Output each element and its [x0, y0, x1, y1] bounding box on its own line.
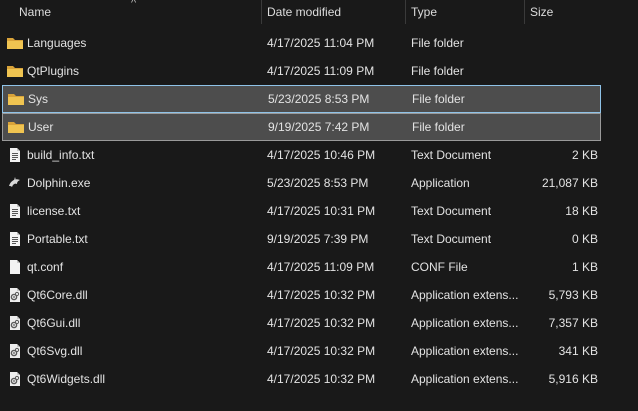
file-type: File folder — [412, 120, 465, 134]
text-file-icon — [6, 197, 24, 225]
file-size — [526, 57, 598, 85]
file-size: 341 KB — [558, 344, 598, 358]
file-row[interactable]: Qt6Gui.dll 4/17/2025 10:32 PM Application … — [0, 309, 638, 337]
file-name: Portable.txt — [27, 232, 88, 246]
text-file-icon — [6, 141, 24, 169]
empty-pane-area — [604, 0, 638, 411]
file-date-modified: 4/17/2025 10:46 PM — [267, 148, 376, 162]
file-name: Languages — [27, 36, 87, 50]
file-row[interactable]: Languages 4/17/2025 11:04 PM File folder — [0, 29, 638, 57]
file-type: Application extens... — [411, 344, 519, 358]
file-size: 5,793 KB — [548, 288, 598, 302]
file-row[interactable]: QtPlugins 4/17/2025 11:09 PM File folder — [0, 57, 638, 85]
file-size: 21,087 KB — [541, 176, 598, 190]
file-date-modified: 9/19/2025 7:39 PM — [267, 232, 369, 246]
file-date-modified: 4/17/2025 10:32 PM — [267, 372, 376, 386]
file-row[interactable]: build_info.txt 4/17/2025 10:46 PM Text Doc… — [0, 141, 638, 169]
blank-file-icon — [6, 253, 24, 281]
file-size — [526, 29, 598, 57]
column-header-bar: Name ^ Date modified Type Size — [0, 0, 638, 24]
file-date-modified: 4/17/2025 10:32 PM — [267, 316, 376, 330]
file-name: QtPlugins — [27, 64, 80, 78]
file-row[interactable]: Qt6Core.dll 4/17/2025 10:32 PM Application… — [0, 281, 638, 309]
file-size: 5,916 KB — [548, 372, 598, 386]
file-name: Sys — [28, 92, 49, 106]
file-size: 2 KB — [571, 148, 598, 162]
file-name: build_info.txt — [27, 148, 95, 162]
dll-file-icon — [6, 281, 24, 309]
file-type: Application extens... — [411, 288, 519, 302]
file-size — [527, 85, 599, 113]
file-type: Text Document — [411, 232, 492, 246]
file-type: File folder — [411, 36, 464, 50]
file-name: Dolphin.exe — [27, 176, 91, 190]
folder-icon — [6, 29, 24, 57]
file-date-modified: 5/23/2025 8:53 PM — [267, 176, 369, 190]
file-row[interactable]: Qt6Widgets.dll 4/17/2025 10:32 PM Applicat… — [0, 365, 638, 393]
file-date-modified: 9/19/2025 7:42 PM — [268, 120, 370, 134]
file-name: qt.conf — [27, 260, 64, 274]
file-row[interactable]: Sys 5/23/2025 8:53 PM File folder — [2, 85, 601, 113]
folder-icon — [6, 57, 24, 85]
file-row[interactable]: qt.conf 4/17/2025 11:09 PM CONF File 1 KB — [0, 253, 638, 281]
file-name: Qt6Svg.dll — [27, 344, 83, 358]
file-row[interactable]: Portable.txt 9/19/2025 7:39 PM Text Docume… — [0, 225, 638, 253]
file-size — [527, 113, 599, 141]
dll-file-icon — [6, 337, 24, 365]
file-date-modified: 4/17/2025 11:09 PM — [267, 64, 375, 78]
file-row[interactable]: Dolphin.exe 5/23/2025 8:53 PM Application 2… — [0, 169, 638, 197]
file-name: Qt6Widgets.dll — [27, 372, 106, 386]
file-type: CONF File — [411, 260, 468, 274]
file-name: User — [28, 120, 54, 134]
file-name: license.txt — [27, 204, 81, 218]
file-date-modified: 4/17/2025 11:09 PM — [267, 260, 375, 274]
column-header-name[interactable]: Name — [13, 0, 261, 24]
file-type: Application extens... — [411, 372, 519, 386]
file-row[interactable]: license.txt 4/17/2025 10:31 PM Text Docume… — [0, 197, 638, 225]
file-date-modified: 4/17/2025 10:32 PM — [267, 288, 376, 302]
file-size: 18 KB — [565, 204, 598, 218]
column-header-size[interactable]: Size — [524, 0, 604, 24]
folder-icon — [7, 85, 25, 113]
file-type: File folder — [412, 92, 465, 106]
file-size: 7,357 KB — [548, 316, 598, 330]
sort-ascending-icon: ^ — [131, 0, 137, 9]
file-type: Text Document — [411, 204, 492, 218]
file-date-modified: 4/17/2025 10:31 PM — [267, 204, 376, 218]
file-date-modified: 4/17/2025 11:04 PM — [267, 36, 375, 50]
file-type: File folder — [411, 64, 464, 78]
file-size: 1 KB — [571, 260, 598, 274]
file-name: Qt6Gui.dll — [27, 316, 81, 330]
file-list: Languages 4/17/2025 11:04 PM File folder Qt… — [0, 29, 638, 393]
file-type: Application extens... — [411, 316, 519, 330]
column-header-type[interactable]: Type — [405, 0, 524, 24]
dll-file-icon — [6, 365, 24, 393]
dll-file-icon — [6, 309, 24, 337]
file-size: 0 KB — [571, 232, 598, 246]
dolphin-app-icon — [6, 169, 24, 197]
folder-icon — [7, 113, 25, 141]
file-name: Qt6Core.dll — [27, 288, 88, 302]
file-row[interactable]: Qt6Svg.dll 4/17/2025 10:32 PM Application … — [0, 337, 638, 365]
text-file-icon — [6, 225, 24, 253]
file-row[interactable]: User 9/19/2025 7:42 PM File folder — [2, 113, 601, 141]
file-date-modified: 5/23/2025 8:53 PM — [268, 92, 370, 106]
file-type: Text Document — [411, 148, 492, 162]
file-type: Application — [411, 176, 470, 190]
file-date-modified: 4/17/2025 10:32 PM — [267, 344, 376, 358]
column-header-date-modified[interactable]: Date modified — [261, 0, 405, 24]
